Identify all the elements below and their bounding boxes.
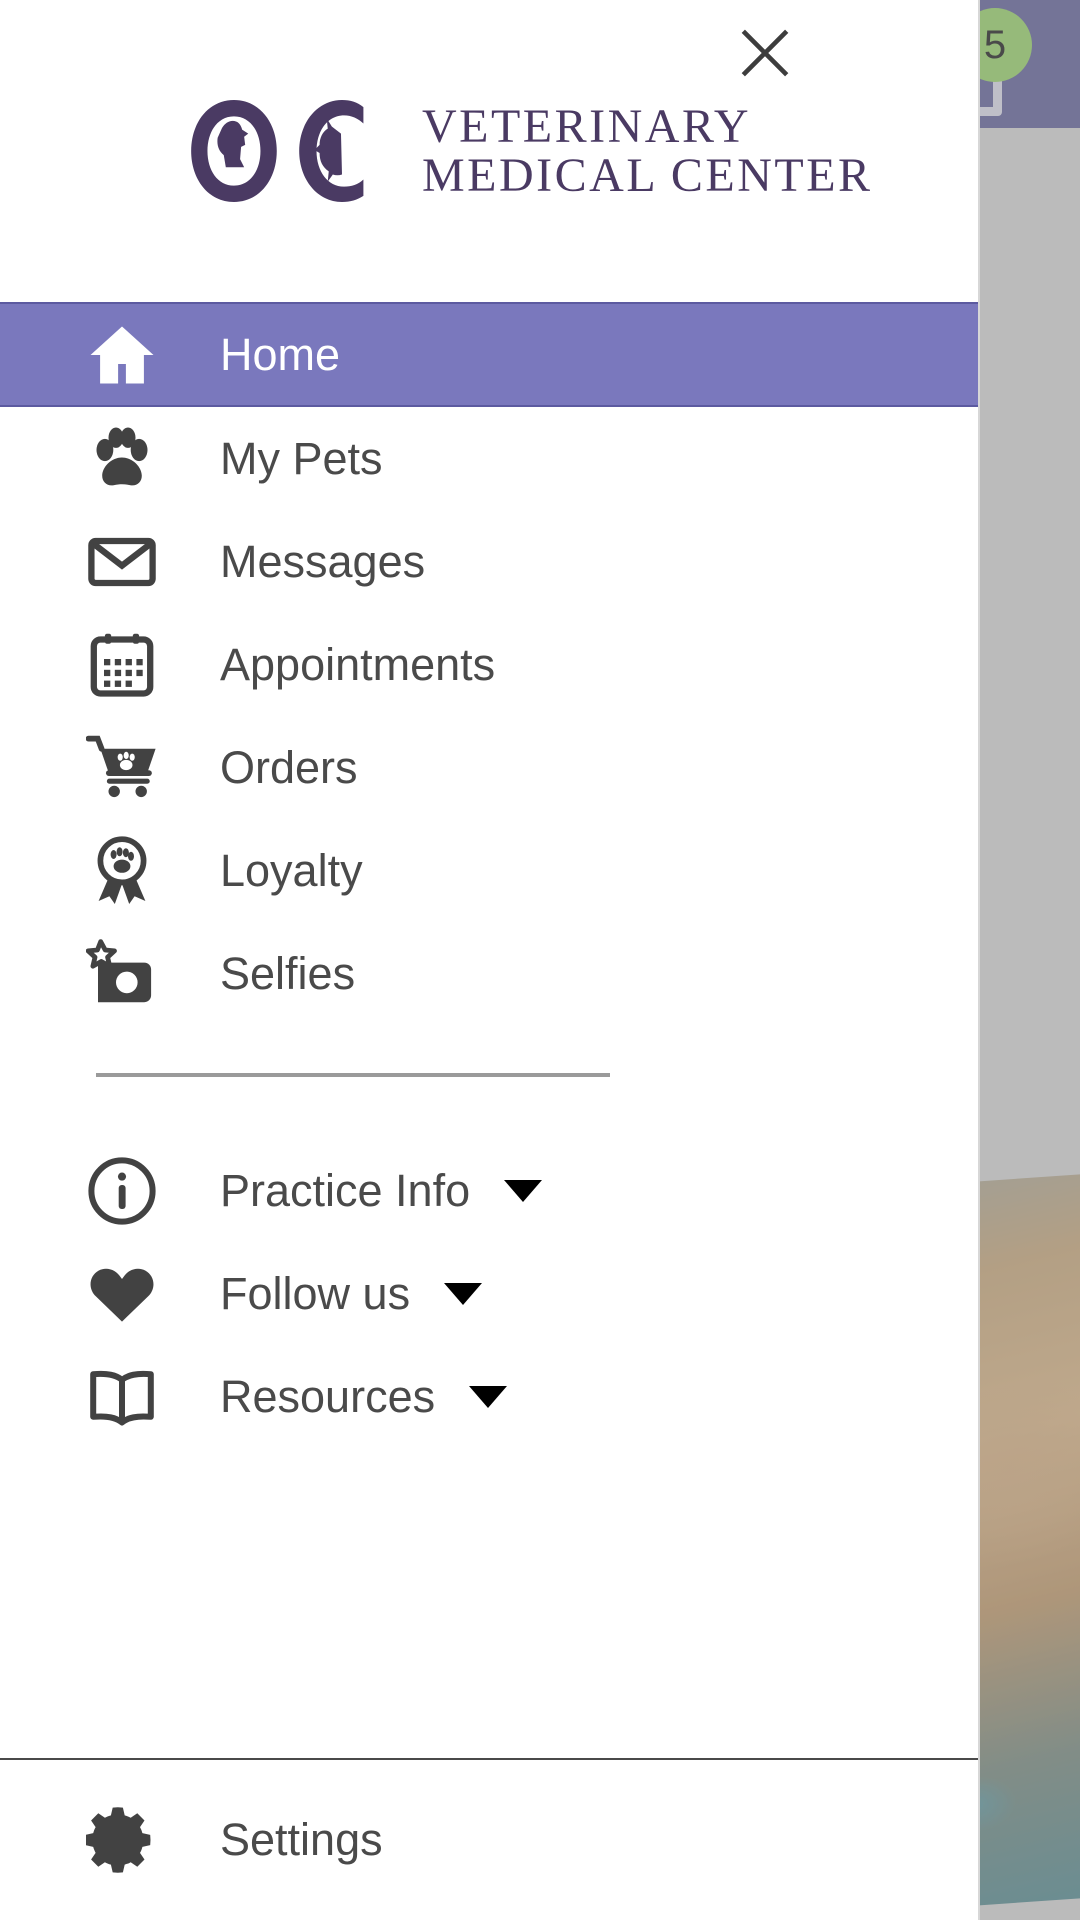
nav-label: Settings <box>220 1814 383 1865</box>
nav-item-home[interactable]: Home <box>0 302 980 407</box>
nav-label: Messages <box>220 535 426 587</box>
nav-item-loyalty[interactable]: Loyalty <box>0 819 980 922</box>
nav-label: Practice Info <box>220 1164 471 1216</box>
app-screen: 5 R ments VETERINA <box>0 0 1080 1920</box>
close-icon <box>741 29 789 77</box>
primary-nav-list: Home My Pets Messages Appointments Order… <box>0 302 980 1025</box>
logo-wordmark: VETERINARY MEDICAL CENTER <box>422 99 873 202</box>
qc-monogram-icon <box>191 100 364 202</box>
nav-item-selfies[interactable]: Selfies <box>0 922 980 1025</box>
info-circle-icon <box>86 1155 158 1227</box>
chevron-down-icon[interactable] <box>444 1282 483 1305</box>
navigation-drawer: VETERINARY MEDICAL CENTER Home My Pets M… <box>0 0 980 1920</box>
logo-line-1: VETERINARY <box>422 99 751 153</box>
close-button[interactable] <box>722 10 808 96</box>
nav-item-messages[interactable]: Messages <box>0 510 980 613</box>
home-icon <box>86 319 158 391</box>
book-icon <box>86 1361 158 1433</box>
heart-icon <box>86 1258 158 1330</box>
paw-icon <box>86 423 158 495</box>
envelope-icon <box>86 526 158 598</box>
nav-label: Selfies <box>220 947 356 999</box>
drawer-logo: VETERINARY MEDICAL CENTER <box>0 0 980 302</box>
nav-divider <box>96 1073 610 1077</box>
calendar-icon <box>86 629 158 701</box>
nav-item-resources[interactable]: Resources <box>0 1345 980 1448</box>
drawer-edge <box>978 0 980 1920</box>
nav-label: Follow us <box>220 1267 411 1319</box>
camera-star-icon <box>86 938 158 1010</box>
nav-item-settings[interactable]: Settings <box>0 1760 980 1920</box>
nav-item-appointments[interactable]: Appointments <box>0 613 980 716</box>
nav-label: Home <box>220 328 341 380</box>
nav-label: Orders <box>220 741 358 793</box>
nav-label: Appointments <box>220 638 496 690</box>
nav-label: Loyalty <box>220 844 363 896</box>
nav-label: My Pets <box>220 432 383 484</box>
cart-paw-icon <box>86 732 158 804</box>
nav-label: Resources <box>220 1370 436 1422</box>
nav-item-my-pets[interactable]: My Pets <box>0 407 980 510</box>
logo-line-2: MEDICAL CENTER <box>422 149 873 202</box>
nav-item-orders[interactable]: Orders <box>0 716 980 819</box>
award-paw-icon <box>86 835 158 907</box>
nav-item-follow-us[interactable]: Follow us <box>0 1242 980 1345</box>
chevron-down-icon[interactable] <box>504 1179 543 1202</box>
gear-icon <box>86 1804 158 1876</box>
secondary-nav-list: Practice Info Follow us Resources <box>0 1139 980 1448</box>
nav-item-practice-info[interactable]: Practice Info <box>0 1139 980 1242</box>
chevron-down-icon[interactable] <box>469 1385 508 1408</box>
